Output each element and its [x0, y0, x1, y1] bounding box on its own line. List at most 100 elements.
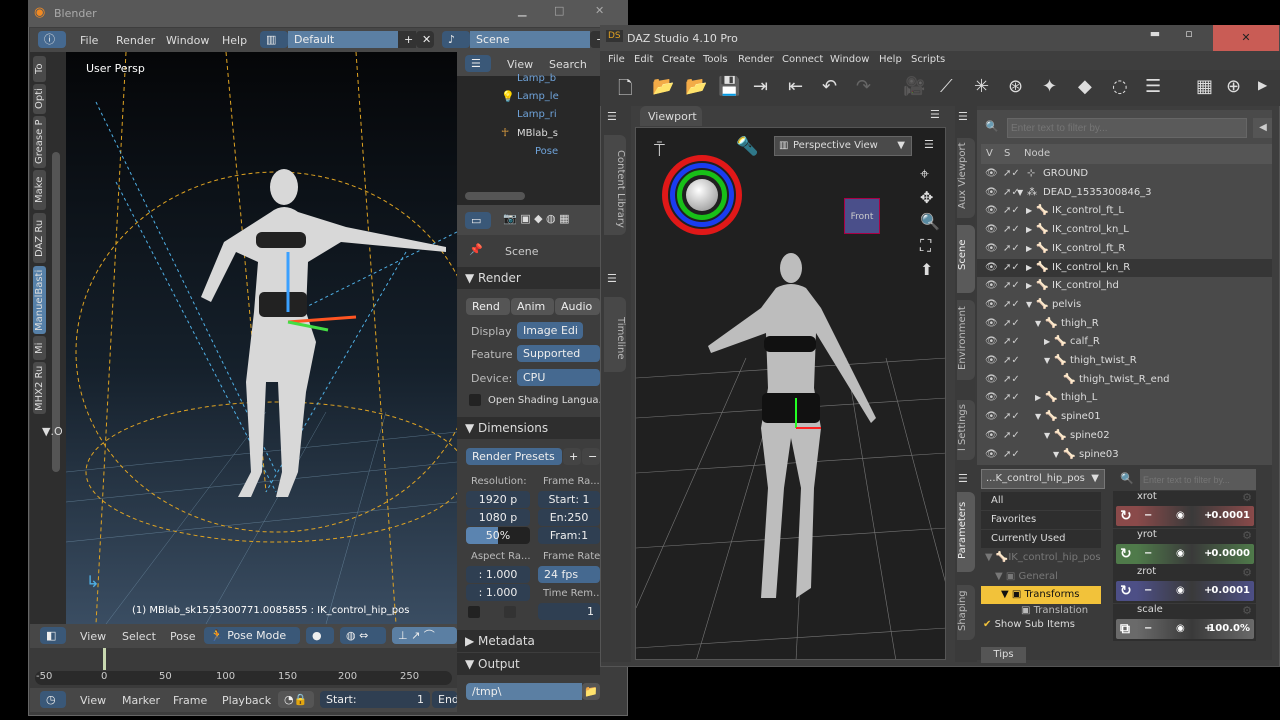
daz-minimize-button[interactable]: ▬ [1138, 27, 1172, 49]
aspect-x-field[interactable]: : 1.000 [466, 566, 530, 583]
keying-icon[interactable]: ◔🔒 [278, 691, 314, 708]
node-select[interactable]: ...K_control_hip_pos ▼ [981, 469, 1105, 489]
render-presets-select[interactable]: Render Presets [466, 448, 562, 465]
crop-checkbox[interactable] [504, 606, 516, 618]
slider-track[interactable]: ↻ − ◉ + -0.0001 [1116, 506, 1254, 526]
frame-end-field[interactable]: En:250 [538, 509, 600, 526]
remove-preset-button[interactable]: − [582, 448, 600, 465]
selectable-cursor-icon[interactable]: ➚✓ [1003, 240, 1020, 258]
timeline-start-field[interactable]: Start: 1 [320, 691, 430, 708]
visibility-eye-icon[interactable]: 👁 [985, 446, 998, 464]
daz-menu-help[interactable]: Help [879, 54, 902, 65]
visibility-eye-icon[interactable]: 👁 [985, 389, 998, 407]
property-slider-xrot[interactable]: xrot ⚙ ↻ − ◉ + -0.0001 [1113, 491, 1256, 528]
tab-render-settings[interactable]: l Settings [957, 400, 975, 460]
aspect-y-field[interactable]: : 1.000 [466, 584, 530, 601]
output-panel-header[interactable]: ▼ Output [457, 653, 600, 675]
scene-pane-menu-icon[interactable]: ☰ [958, 110, 968, 123]
view3d-menu-select[interactable]: Select [122, 630, 156, 643]
tips-tab[interactable]: Tips [981, 647, 1026, 663]
daz-menu-edit[interactable]: Edit [634, 54, 653, 65]
selectable-cursor-icon[interactable]: ➚✓ [1003, 277, 1020, 295]
osl-checkbox[interactable] [469, 394, 481, 406]
selectable-cursor-icon[interactable]: ➚✓ [1003, 446, 1020, 464]
outliner-item[interactable]: Lamp_le [517, 91, 559, 102]
minimize-button[interactable]: ▁ [518, 4, 526, 17]
property-slider-scale[interactable]: scale ⚙ ⧉ − ◉ +100.0% [1113, 603, 1256, 641]
visibility-eye-icon[interactable]: 👁 [985, 259, 998, 277]
selectable-cursor-icon[interactable]: ➚✓ [1003, 389, 1020, 407]
expand-arrow-icon[interactable]: ▶ [1026, 240, 1032, 258]
property-group-favorites[interactable]: Favorites [981, 511, 1101, 529]
slider-knob[interactable]: ◉ [1176, 506, 1185, 526]
scene-node-row[interactable]: 👁 ➚✓ ▶ 🦴 thigh_L [977, 389, 1272, 408]
tab-content-library[interactable]: Content Library [604, 135, 626, 235]
add-preset-button[interactable]: + [563, 448, 581, 465]
scene-node-row[interactable]: 👁 ➚✓ ▶ 🦴 calf_R [977, 333, 1272, 352]
selectable-cursor-icon[interactable]: ➚✓ [1003, 408, 1020, 426]
outliner-menu-search[interactable]: Search [549, 58, 587, 71]
scene-icon[interactable]: ♪ [442, 31, 470, 48]
tab-parameters[interactable]: Parameters [957, 492, 975, 572]
expand-arrow-icon[interactable]: ▶ [1026, 277, 1032, 295]
folder-browse-icon[interactable]: 📁 [582, 683, 600, 700]
tab-aux-viewport[interactable]: Aux Viewport [957, 138, 975, 218]
daz-menu-file[interactable]: File [608, 54, 625, 65]
dimensions-panel-header[interactable]: ▼ Dimensions [457, 417, 600, 439]
timeline-menu-view[interactable]: View [80, 694, 106, 707]
filter-options-button[interactable]: ◀ [1253, 118, 1272, 138]
tool-tab-mhx2-runtime[interactable]: MHX2 Ru [33, 362, 46, 414]
selectable-cursor-icon[interactable]: ➚✓ [1003, 221, 1020, 239]
outliner-menu-view[interactable]: View [507, 58, 533, 71]
create-primitive-icon[interactable]: ◆ [1078, 76, 1092, 97]
pane-menu-icon[interactable]: ☰ [607, 272, 617, 285]
menu-window[interactable]: Window [166, 34, 209, 47]
gear-icon[interactable]: ⚙ [1242, 491, 1252, 504]
daz-menu-render[interactable]: Render [738, 54, 774, 65]
tool-tab-mi[interactable]: Mi [33, 336, 46, 360]
property-slider-yrot[interactable]: yrot ⚙ ↻ − ◉ + -0.0000 [1113, 528, 1256, 566]
light-select-icon[interactable]: 🔦 [736, 136, 758, 157]
daz-menu-connect[interactable]: Connect [782, 54, 823, 65]
outliner-item[interactable]: MBlab_s [517, 128, 558, 139]
timeline-end-field[interactable]: End [432, 691, 457, 708]
timeline-editor[interactable] [30, 648, 457, 688]
slider-knob[interactable]: ◉ [1176, 581, 1185, 601]
timeline-editor-type-icon[interactable]: ◷ [40, 691, 66, 708]
property-group-currently-used[interactable]: Currently Used [981, 530, 1101, 548]
frame-icon[interactable]: ⛶ [920, 236, 931, 256]
view-select[interactable]: ▥ Perspective View ▼ [774, 136, 912, 156]
remove-layout-button[interactable]: ✕ [416, 31, 434, 48]
gear-icon[interactable]: ⚙ [1242, 529, 1252, 542]
pin-icon[interactable]: 📌 [469, 243, 483, 256]
property-slider-zrot[interactable]: zrot ⚙ ↻ − ◉ +0.0001 [1113, 566, 1256, 603]
viewport-tab[interactable]: Viewport [640, 106, 702, 126]
tool-tab-make[interactable]: Make [33, 170, 46, 210]
slider-track[interactable]: ↻ − ◉ +0.0001 [1116, 581, 1254, 601]
visibility-eye-icon[interactable]: 👁 [985, 371, 998, 389]
frame-step-field[interactable]: Fram:1 [538, 527, 600, 544]
expand-arrow-icon[interactable]: ▼ [1035, 315, 1041, 333]
blender-3d-viewport[interactable]: User Persp (1) MBlab_sk1535300771.008585… [66, 52, 457, 624]
merge-icon[interactable]: 📂 [685, 76, 707, 97]
viewport-pane-menu-icon[interactable]: ☰ [930, 108, 940, 121]
outliner-item[interactable]: Lamp_ri [517, 109, 557, 120]
column-node[interactable]: Node [1024, 144, 1050, 164]
property-value[interactable]: 0.0001 [1211, 581, 1250, 601]
slider-knob[interactable]: ◉ [1176, 619, 1185, 639]
column-selectable[interactable]: S [1004, 144, 1010, 164]
expand-arrow-icon[interactable]: ▼ [1044, 352, 1050, 370]
property-tree-translation[interactable]: ▣ Translation [981, 605, 1101, 617]
scene-select[interactable]: Scene [470, 31, 590, 48]
expand-arrow-icon[interactable]: ▼ [1035, 408, 1041, 426]
expand-arrow-icon[interactable]: ▶ [1026, 259, 1032, 277]
create-null-icon[interactable]: ◌ [1112, 76, 1128, 97]
slider-track[interactable]: ↻ − ◉ + -0.0000 [1116, 543, 1254, 564]
pan-icon[interactable]: ✥ [920, 188, 933, 207]
pane-menu-icon[interactable]: ☰ [607, 110, 617, 123]
toolbar-more-icon[interactable]: ▶ [1258, 78, 1267, 92]
scene-node-row[interactable]: 👁 ➚✓ ▶ 🦴 IK_control_kn_R [977, 258, 1272, 278]
tool-tab-to[interactable]: To [33, 56, 46, 82]
audio-button[interactable]: Audio [555, 298, 600, 315]
view3d-editor-type-icon[interactable]: ◧ [40, 627, 66, 644]
